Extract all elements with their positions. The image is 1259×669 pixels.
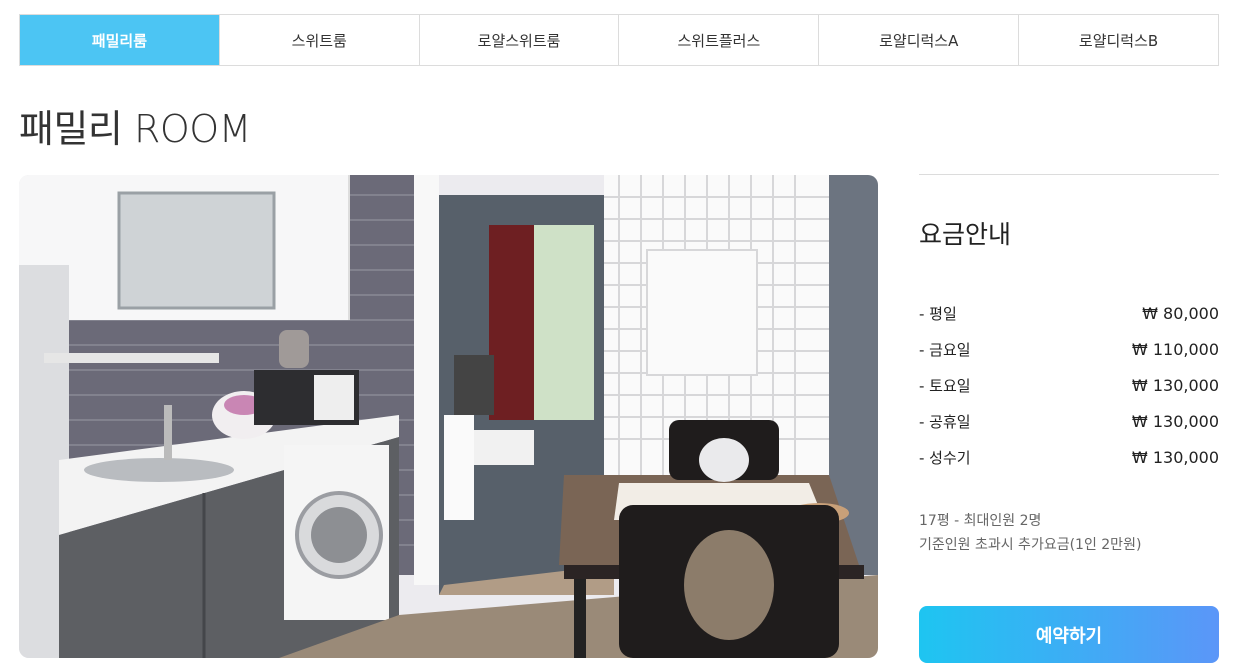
extra-charge-note: 기준인원 초과시 추가요금(1인 2만원) [919, 537, 1142, 553]
pricing-panel: 요금안내 - 평일 ₩ 80,000 - 금요일 ₩ 110,000 - 토요일… [919, 174, 1219, 557]
price-row: - 금요일 ₩ 110,000 [919, 331, 1219, 367]
room-size-note: 17평 - 최대인원 2명 [919, 513, 1042, 529]
price-value: ₩ 130,000 [1131, 375, 1219, 395]
page-title: 패밀리 ROOM [19, 107, 251, 151]
tab-royal-deluxe-b[interactable]: 로얄디럭스B [1018, 15, 1218, 65]
room-photo [19, 175, 878, 658]
divider [919, 174, 1219, 175]
price-row: - 평일 ₩ 80,000 [919, 295, 1219, 331]
price-label: - 평일 [919, 304, 957, 323]
room-notes: 17평 - 최대인원 2명 기준인원 초과시 추가요금(1인 2만원) [919, 509, 1219, 557]
price-value: ₩ 80,000 [1142, 303, 1219, 323]
tab-suite-plus[interactable]: 스위트플러스 [618, 15, 819, 65]
price-label: - 금요일 [919, 340, 971, 359]
price-label: - 공휴일 [919, 412, 971, 431]
tab-royal-suite-room[interactable]: 로얄스위트룸 [418, 15, 619, 65]
price-row: - 성수기 ₩ 130,000 [919, 439, 1219, 475]
price-label: - 토요일 [919, 376, 971, 395]
price-label: - 성수기 [919, 448, 971, 467]
tab-royal-deluxe-a[interactable]: 로얄디럭스A [818, 15, 1019, 65]
price-value: ₩ 130,000 [1131, 411, 1219, 431]
room-tabs: 패밀리룸 스위트룸 로얄스위트룸 스위트플러스 로얄디럭스A 로얄디럭스B [19, 14, 1219, 66]
pricing-title: 요금안내 [919, 220, 1012, 249]
price-value: ₩ 110,000 [1131, 339, 1219, 359]
price-list: - 평일 ₩ 80,000 - 금요일 ₩ 110,000 - 토요일 ₩ 13… [919, 295, 1219, 475]
tab-suite-room[interactable]: 스위트룸 [218, 15, 419, 65]
reserve-button[interactable]: 예약하기 [919, 606, 1219, 663]
price-row: - 토요일 ₩ 130,000 [919, 367, 1219, 403]
price-value: ₩ 130,000 [1131, 447, 1219, 467]
price-row: - 공휴일 ₩ 130,000 [919, 403, 1219, 439]
tab-family-room[interactable]: 패밀리룸 [20, 15, 219, 65]
